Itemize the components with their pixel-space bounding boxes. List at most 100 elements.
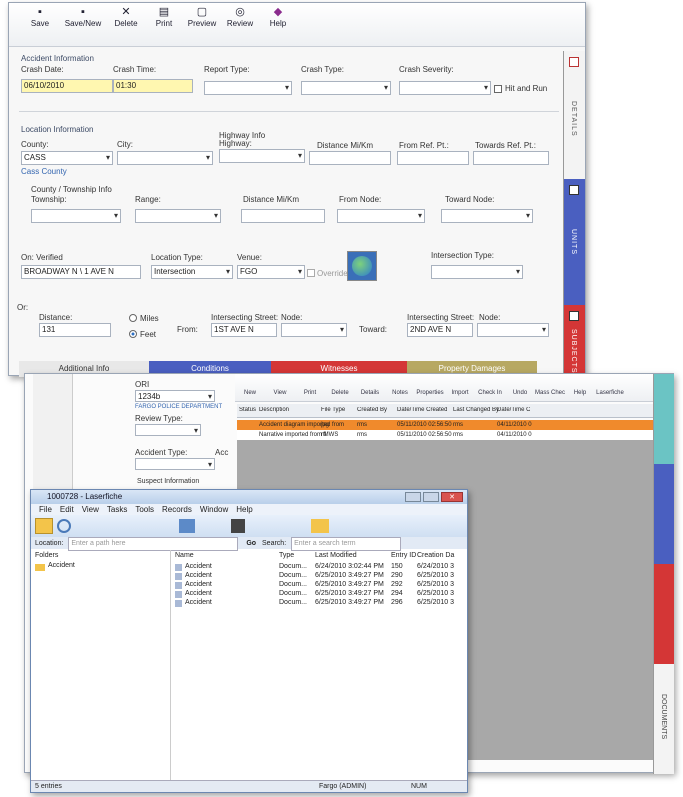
preview-button[interactable]: ▢ Preview <box>185 3 219 46</box>
from-ref-input[interactable] <box>397 151 469 165</box>
list-header-1[interactable]: Type <box>279 552 294 559</box>
location-input[interactable]: Enter a path here <box>68 537 239 551</box>
toolbar-button-10[interactable]: Mass Check In <box>535 374 565 401</box>
distance2-input[interactable] <box>241 209 325 223</box>
table-row[interactable]: Narrative imported from MWS rtf rms 05/11/2… <box>237 430 653 440</box>
close-button[interactable]: ✕ <box>441 492 463 502</box>
ori-select[interactable]: 1234b <box>135 390 215 402</box>
grid-header-6[interactable]: Date/Time C <box>497 407 530 413</box>
menu-item-window[interactable]: Window <box>200 505 228 514</box>
subjects-close-icon[interactable] <box>569 311 579 321</box>
units-side-tab-2[interactable] <box>654 464 674 564</box>
on-street-input[interactable]: BROADWAY N \ 1 AVE N <box>21 265 141 279</box>
intersection-type-select[interactable] <box>431 265 523 279</box>
list-item[interactable]: Accident Docum... 6/25/2010 3:49:27 PM 290 6… <box>173 572 467 581</box>
menu-item-help[interactable]: Help <box>236 505 252 514</box>
menu-item-file[interactable]: File <box>39 505 52 514</box>
from-node2-select[interactable] <box>281 323 347 337</box>
override-checkbox[interactable] <box>307 269 315 277</box>
toward-node-select[interactable] <box>441 209 533 223</box>
list-item[interactable]: Accident Docum... 6/25/2010 3:49:27 PM 292 6… <box>173 581 467 590</box>
folder-accident[interactable]: Accident <box>48 562 75 569</box>
crash-type-select[interactable] <box>301 81 391 95</box>
folder-new-icon[interactable] <box>311 519 329 533</box>
list-header-2[interactable]: Last Modified <box>315 552 357 559</box>
toolbar-button-1[interactable]: View <box>265 374 295 401</box>
toolbar-button-0[interactable]: New <box>235 374 265 401</box>
distance-input[interactable] <box>309 151 391 165</box>
toolbar-button-5[interactable]: Notes <box>385 374 415 401</box>
save-new-button[interactable]: ▪ Save/New <box>61 3 105 46</box>
grid-header-2[interactable]: File Type <box>321 407 345 413</box>
folder-icon[interactable] <box>35 518 53 534</box>
menu-item-tools[interactable]: Tools <box>135 505 154 514</box>
list-header-0[interactable]: Name <box>175 552 194 559</box>
details-side-tab-2[interactable] <box>654 564 674 664</box>
minimize-button[interactable] <box>405 492 421 502</box>
township-select[interactable] <box>31 209 121 223</box>
grid-header-3[interactable]: Created By <box>357 407 387 413</box>
highway-select[interactable] <box>219 149 305 163</box>
units-close-icon[interactable] <box>569 185 579 195</box>
report-type-select[interactable] <box>204 81 292 95</box>
search-icon[interactable] <box>57 519 71 533</box>
delete-button[interactable]: ✕ Delete <box>109 3 143 46</box>
subjects-side-tab-2[interactable] <box>654 374 674 464</box>
county-select[interactable]: CASS <box>21 151 113 165</box>
review-button[interactable]: ◎ Review <box>223 3 257 46</box>
list-header-3[interactable]: Entry ID <box>391 552 416 559</box>
range-select[interactable] <box>135 209 221 223</box>
from-node-select[interactable] <box>337 209 425 223</box>
subjects-side-tab[interactable]: SUBJECTS <box>563 305 585 375</box>
crash-time-input[interactable]: 01:30 <box>113 79 193 93</box>
menu-item-records[interactable]: Records <box>162 505 192 514</box>
go-button[interactable]: Go <box>246 540 256 547</box>
hit-and-run-checkbox[interactable] <box>494 85 502 93</box>
to-street-input[interactable]: 2ND AVE N <box>407 323 473 337</box>
toolbar-button-3[interactable]: Delete <box>325 374 355 401</box>
scan-icon[interactable] <box>179 519 195 533</box>
menu-item-edit[interactable]: Edit <box>60 505 74 514</box>
feet-radio[interactable] <box>129 330 137 338</box>
toolbar-button-2[interactable]: Print <box>295 374 325 401</box>
list-header-4[interactable]: Creation Da <box>417 552 454 559</box>
search-input[interactable]: Enter a search term <box>291 537 402 551</box>
review-type-select[interactable] <box>135 424 201 436</box>
menu-item-tasks[interactable]: Tasks <box>107 505 127 514</box>
grid-header-5[interactable]: Last Changed By <box>453 407 499 413</box>
toolbar-button-12[interactable]: Laserfiche <box>595 374 625 401</box>
map-button[interactable] <box>347 251 377 281</box>
list-item[interactable]: Accident Docum... 6/25/2010 3:49:27 PM 296 6… <box>173 599 467 608</box>
import-icon[interactable] <box>231 519 245 533</box>
save-button[interactable]: ▪ Save <box>23 3 57 46</box>
list-item[interactable]: Accident Docum... 6/25/2010 3:49:27 PM 294 6… <box>173 590 467 599</box>
list-item[interactable]: Accident Docum... 6/24/2010 3:02:44 PM 150 6… <box>173 563 467 572</box>
details-close-icon[interactable] <box>569 57 579 67</box>
toolbar-button-4[interactable]: Details <box>355 374 385 401</box>
toolbar-button-6[interactable]: Properties <box>415 374 445 401</box>
crash-severity-select[interactable] <box>399 81 491 95</box>
menu-item-view[interactable]: View <box>82 505 99 514</box>
print-button[interactable]: ▤ Print <box>147 3 181 46</box>
maximize-button[interactable] <box>423 492 439 502</box>
from-street-input[interactable]: 1ST AVE N <box>211 323 277 337</box>
toolbar-button-9[interactable]: Undo <box>505 374 535 401</box>
accident-type-select[interactable] <box>135 458 215 470</box>
location-type-select[interactable]: Intersection <box>151 265 233 279</box>
city-select[interactable] <box>117 151 213 165</box>
help-button[interactable]: ◆ Help <box>261 3 295 46</box>
grid-header-4[interactable]: Date/Time Created <box>397 407 447 413</box>
crash-date-input[interactable]: 06/10/2010 <box>21 79 113 93</box>
toolbar-button-8[interactable]: Check In <box>475 374 505 401</box>
toolbar-button-11[interactable]: Help <box>565 374 595 401</box>
county-link[interactable]: Cass County <box>21 167 67 176</box>
table-row[interactable]: Accident diagram imported from jpg rms 05/1… <box>237 420 653 430</box>
toolbar-button-7[interactable]: Import <box>445 374 475 401</box>
agency-link[interactable]: FARGO POLICE DEPARTMENT <box>135 404 222 410</box>
documents-side-tab[interactable]: DOCUMENTS <box>654 664 674 774</box>
venue-select[interactable]: FGO <box>237 265 305 279</box>
grid-header-1[interactable]: Description <box>259 407 289 413</box>
miles-radio[interactable] <box>129 314 137 322</box>
to-node-select[interactable] <box>477 323 549 337</box>
distance3-input[interactable]: 131 <box>39 323 111 337</box>
